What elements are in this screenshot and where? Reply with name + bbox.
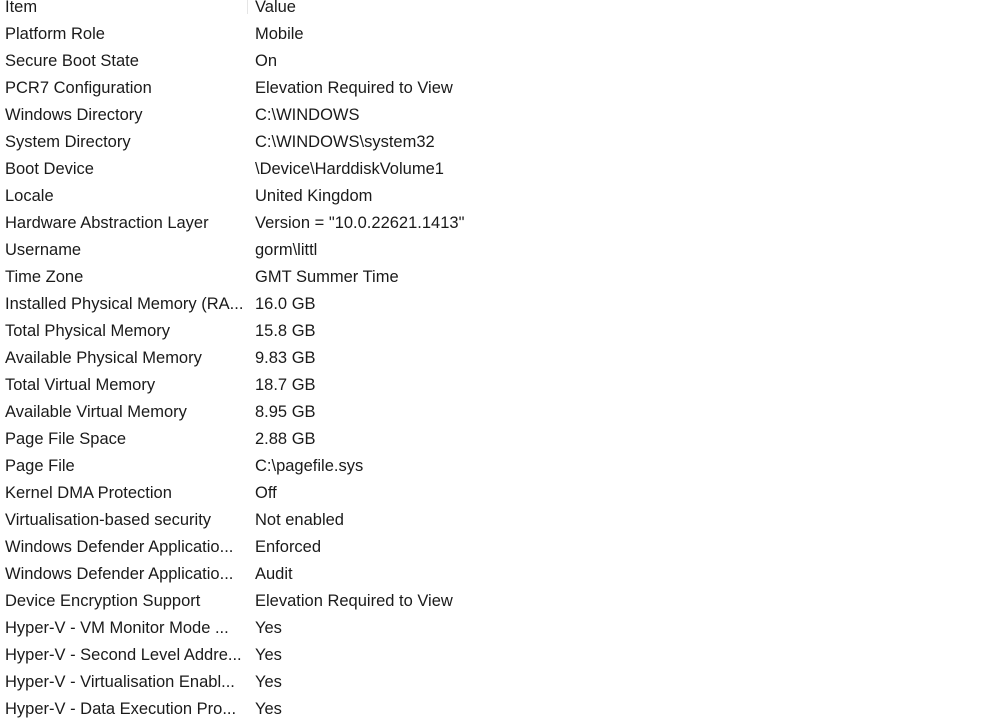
row-item-value: 9.83 GB: [255, 349, 316, 367]
row-item-value: C:\pagefile.sys: [255, 457, 364, 475]
row-item-name: Available Physical Memory: [5, 349, 202, 367]
table-row[interactable]: Username gorm\littl: [0, 237, 991, 264]
table-row[interactable]: Total Virtual Memory 18.7 GB: [0, 372, 991, 399]
table-row[interactable]: Hardware Abstraction Layer Version = "10.…: [0, 210, 991, 237]
table-row[interactable]: Installed Physical Memory (RA... 16.0 GB: [0, 291, 991, 318]
row-item-value: On: [255, 52, 278, 70]
row-item-value: 16.0 GB: [255, 295, 316, 313]
row-item-value: C:\WINDOWS: [255, 106, 360, 124]
row-item-value: 8.95 GB: [255, 403, 316, 421]
row-item-name: Windows Defender Applicatio...: [5, 565, 234, 583]
row-item-value: 2.88 GB: [255, 430, 316, 448]
row-item-name: Windows Defender Applicatio...: [5, 538, 234, 556]
row-item-name: Boot Device: [5, 160, 94, 178]
table-row[interactable]: Device Encryption Support Elevation Requi…: [0, 588, 991, 615]
table-row[interactable]: Secure Boot State On: [0, 48, 991, 75]
table-row[interactable]: Boot Device \Device\HarddiskVolume1: [0, 156, 991, 183]
table-row[interactable]: Available Virtual Memory 8.95 GB: [0, 399, 991, 426]
row-item-name: Username: [5, 241, 82, 259]
row-item-name: PCR7 Configuration: [5, 79, 152, 97]
row-item-value: United Kingdom: [255, 187, 373, 205]
row-item-value: C:\WINDOWS\system32: [255, 133, 435, 151]
row-item-name: Total Physical Memory: [5, 322, 171, 340]
table-row[interactable]: Windows Defender Applicatio... Audit: [0, 561, 991, 588]
row-item-value: Elevation Required to View: [255, 592, 453, 610]
row-item-name: Total Virtual Memory: [5, 376, 156, 394]
row-item-name: Installed Physical Memory (RA...: [5, 295, 244, 313]
row-item-value: Yes: [255, 646, 282, 664]
table-row[interactable]: Hyper-V - Second Level Addre... Yes: [0, 642, 991, 669]
list-body: Platform Role Mobile Secure Boot State On PC…: [0, 21, 991, 721]
table-row[interactable]: Hyper-V - Data Execution Pro... Yes: [0, 696, 991, 721]
table-row[interactable]: Windows Directory C:\WINDOWS: [0, 102, 991, 129]
row-item-value: 18.7 GB: [255, 376, 316, 394]
row-item-name: Hyper-V - Data Execution Pro...: [5, 700, 237, 718]
system-summary-list[interactable]: Item Value Platform Role Mobile Secure Boo…: [0, 0, 991, 721]
row-item-name: Locale: [5, 187, 54, 205]
row-item-value: Enforced: [255, 538, 322, 556]
row-item-name: Secure Boot State: [5, 52, 139, 70]
row-item-value: Yes: [255, 700, 282, 718]
row-item-name: Available Virtual Memory: [5, 403, 187, 421]
list-header: Item Value: [0, 0, 991, 21]
row-item-value: Elevation Required to View: [255, 79, 453, 97]
row-item-name: Page File: [5, 457, 75, 475]
table-row[interactable]: PCR7 Configuration Elevation Required to …: [0, 75, 991, 102]
table-row[interactable]: Locale United Kingdom: [0, 183, 991, 210]
row-item-value: GMT Summer Time: [255, 268, 399, 286]
column-header-item[interactable]: Item: [0, 0, 248, 21]
row-item-value: Mobile: [255, 25, 304, 43]
row-item-value: 15.8 GB: [255, 322, 316, 340]
row-item-name: Hyper-V - VM Monitor Mode ...: [5, 619, 229, 637]
row-item-name: Virtualisation-based security: [5, 511, 212, 529]
table-row[interactable]: Virtualisation-based security Not enabled: [0, 507, 991, 534]
row-item-value: gorm\littl: [255, 241, 318, 259]
table-row[interactable]: Hyper-V - Virtualisation Enabl... Yes: [0, 669, 991, 696]
row-item-value: \Device\HarddiskVolume1: [255, 160, 444, 178]
row-item-name: Time Zone: [5, 268, 84, 286]
table-row[interactable]: Kernel DMA Protection Off: [0, 480, 991, 507]
table-row[interactable]: Available Physical Memory 9.83 GB: [0, 345, 991, 372]
row-item-value: Audit: [255, 565, 293, 583]
row-item-name: Hyper-V - Virtualisation Enabl...: [5, 673, 235, 691]
row-item-value: Not enabled: [255, 511, 344, 529]
row-item-value: Off: [255, 484, 277, 502]
row-item-value: Yes: [255, 619, 282, 637]
table-row[interactable]: Page File C:\pagefile.sys: [0, 453, 991, 480]
column-header-value[interactable]: Value: [248, 0, 296, 21]
row-item-name: Kernel DMA Protection: [5, 484, 172, 502]
row-item-name: System Directory: [5, 133, 131, 151]
table-row[interactable]: Time Zone GMT Summer Time: [0, 264, 991, 291]
table-row[interactable]: Total Physical Memory 15.8 GB: [0, 318, 991, 345]
row-item-name: Device Encryption Support: [5, 592, 201, 610]
row-item-name: Hardware Abstraction Layer: [5, 214, 209, 232]
row-item-name: Page File Space: [5, 430, 127, 448]
row-item-name: Hyper-V - Second Level Addre...: [5, 646, 242, 664]
row-item-value: Version = "10.0.22621.1413": [255, 214, 465, 232]
row-item-value: Yes: [255, 673, 282, 691]
row-item-name: Platform Role: [5, 25, 105, 43]
table-row[interactable]: System Directory C:\WINDOWS\system32: [0, 129, 991, 156]
table-row[interactable]: Platform Role Mobile: [0, 21, 991, 48]
row-item-name: Windows Directory: [5, 106, 143, 124]
table-row[interactable]: Hyper-V - VM Monitor Mode ... Yes: [0, 615, 991, 642]
table-row[interactable]: Page File Space 2.88 GB: [0, 426, 991, 453]
table-row[interactable]: Windows Defender Applicatio... Enforced: [0, 534, 991, 561]
